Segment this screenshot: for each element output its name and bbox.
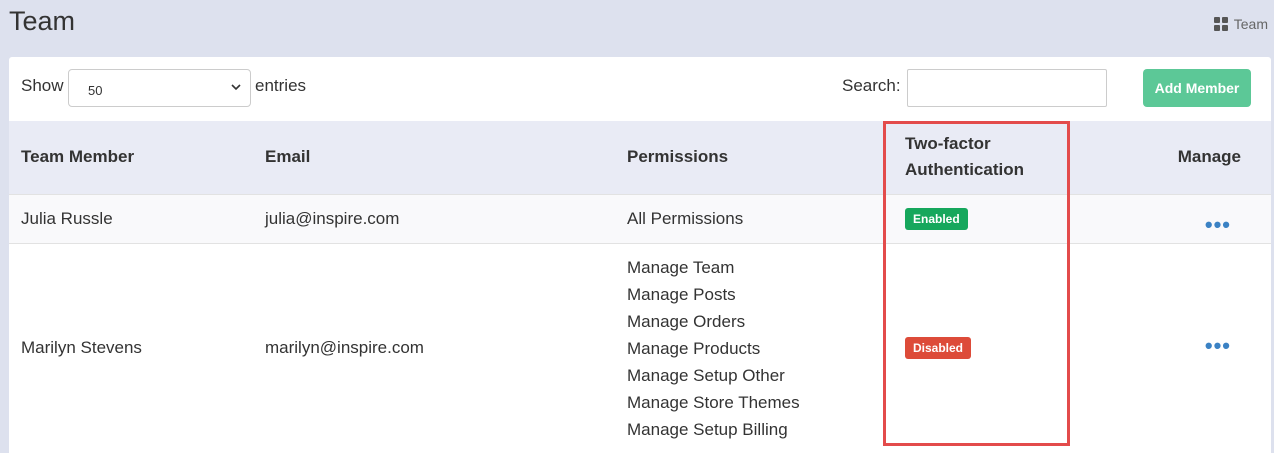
breadcrumb[interactable]: Team xyxy=(1213,16,1268,32)
permission-item: Manage Orders xyxy=(627,311,746,331)
column-header-email[interactable]: Email xyxy=(253,121,615,194)
chevron-down-icon xyxy=(230,81,242,96)
two-factor-cell: Disabled xyxy=(892,243,1072,453)
member-name: Marilyn Stevens xyxy=(21,338,142,358)
page-size-select[interactable]: 50 xyxy=(68,69,251,107)
status-badge-enabled: Enabled xyxy=(905,207,968,230)
add-member-button[interactable]: Add Member xyxy=(1143,69,1251,107)
two-factor-cell: Enabled xyxy=(892,194,1072,243)
table-row: Julia Russle julia@inspire.com All Permi… xyxy=(9,194,1271,243)
permissions-cell: Manage Team Manage Posts Manage Orders M… xyxy=(615,243,892,453)
column-header-permissions[interactable]: Permissions xyxy=(615,121,892,194)
breadcrumb-label: Team xyxy=(1233,16,1268,32)
search-label: Search: xyxy=(842,76,901,95)
search-input[interactable] xyxy=(907,69,1107,107)
team-card: Show 50 entries Search: Add Member Team … xyxy=(9,57,1271,453)
team-table: Team Member Email Permissions Two-factor… xyxy=(9,121,1271,453)
entries-label: entries xyxy=(255,76,307,95)
show-label: Show xyxy=(21,76,64,95)
permissions-cell: All Permissions xyxy=(615,194,892,243)
table-header-row: Team Member Email Permissions Two-factor… xyxy=(9,121,1271,194)
member-name: Julia Russle xyxy=(21,208,113,228)
column-header-team-member[interactable]: Team Member xyxy=(9,121,253,194)
table-row: Marilyn Stevens marilyn@inspire.com Mana… xyxy=(9,243,1271,453)
more-options-icon[interactable]: ••• xyxy=(1205,333,1231,358)
member-email: marilyn@inspire.com xyxy=(265,338,424,358)
permission-item: Manage Setup Other xyxy=(627,365,785,385)
manage-cell: ••• xyxy=(1072,194,1271,243)
permission-item: All Permissions xyxy=(627,209,744,228)
page-size-value: 50 xyxy=(88,83,103,98)
column-header-two-factor[interactable]: Two-factor Authentication xyxy=(892,121,1072,194)
permission-item: Manage Store Themes xyxy=(627,392,800,412)
dashboard-grid-icon xyxy=(1213,17,1228,31)
manage-cell: ••• xyxy=(1072,243,1271,453)
more-options-icon[interactable]: ••• xyxy=(1205,212,1231,237)
page-title: Team xyxy=(9,6,76,36)
column-header-manage: Manage xyxy=(1177,147,1241,167)
member-email: julia@inspire.com xyxy=(265,208,400,228)
permission-item: Manage Posts xyxy=(627,284,736,304)
permission-item: Manage Products xyxy=(627,338,761,358)
permission-item: Manage Team xyxy=(627,257,735,277)
status-badge-disabled: Disabled xyxy=(905,337,972,360)
permission-item: Manage Setup Billing xyxy=(627,419,788,439)
table-toolbar: Show 50 entries Search: Add Member xyxy=(9,57,1271,121)
